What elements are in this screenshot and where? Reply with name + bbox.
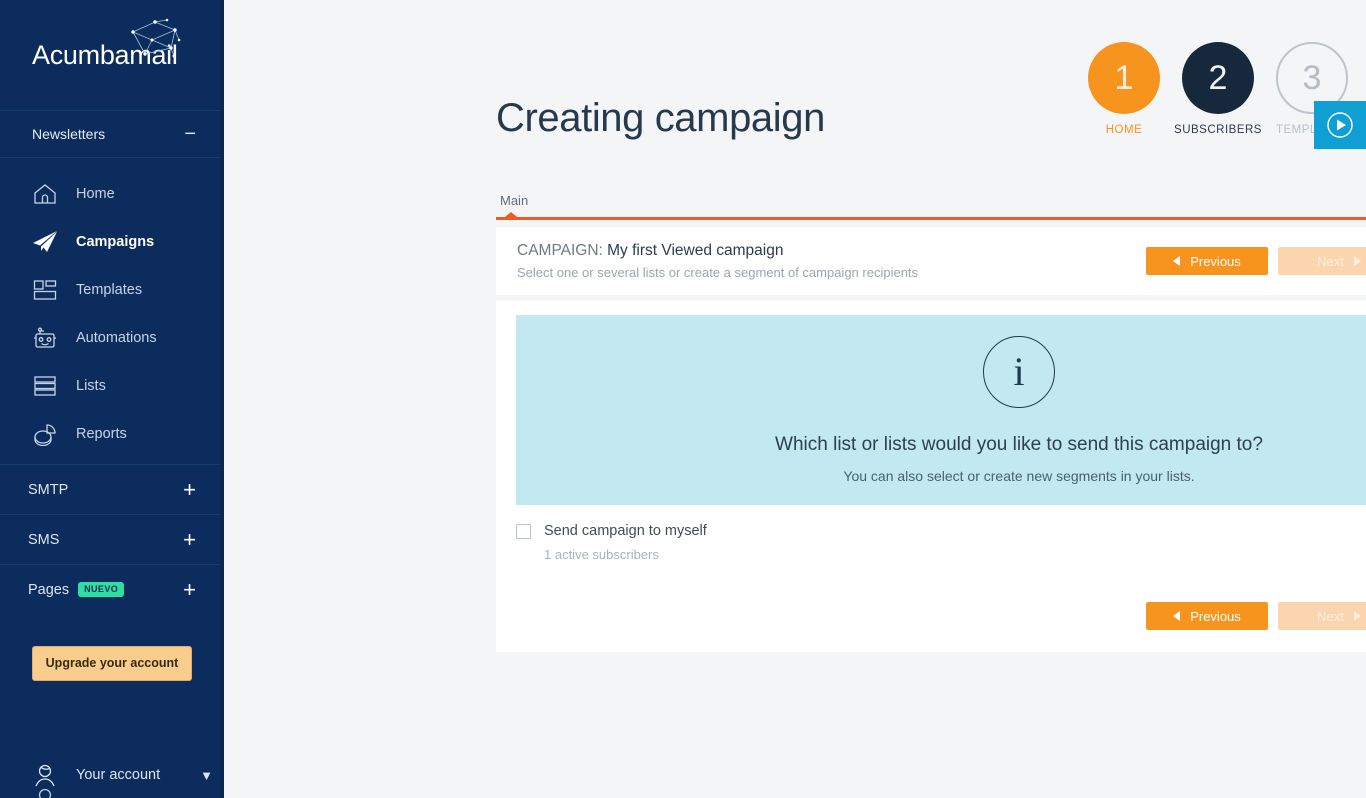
sidebar-group-label: Pages bbox=[28, 581, 70, 598]
campaign-title-prefix: CAMPAIGN: bbox=[517, 242, 608, 259]
sidebar-nav: Home Campaigns Templates Automations Lis… bbox=[0, 158, 224, 464]
page-title: Creating campaign bbox=[496, 96, 825, 140]
step-label: SUBSCRIBERS bbox=[1174, 124, 1262, 136]
triangle-left-icon bbox=[1173, 611, 1181, 621]
sidebar-item-automations[interactable]: Automations bbox=[0, 314, 224, 362]
user-avatar-icon bbox=[30, 762, 60, 788]
triangle-right-icon bbox=[1353, 611, 1361, 621]
step-2-subscribers[interactable]: 2 SUBSCRIBERS bbox=[1174, 42, 1261, 136]
info-i-icon: i bbox=[983, 336, 1055, 408]
send-to-myself-row[interactable]: Send campaign to myself bbox=[516, 523, 707, 539]
sidebar-group-label: SMTP bbox=[28, 481, 69, 498]
button-label: Previous bbox=[1190, 253, 1241, 269]
next-button-bottom[interactable]: Next bbox=[1278, 602, 1366, 630]
sidebar-item-label: Templates bbox=[76, 282, 143, 298]
brand-logo[interactable]: Acumbamail bbox=[0, 0, 224, 110]
sidebar-item-your-account[interactable]: Your account ▼ bbox=[0, 762, 224, 788]
robot-icon bbox=[30, 325, 60, 351]
header-button-row: Previous Next Exit bbox=[1146, 247, 1366, 275]
sidebar-item-templates[interactable]: Templates bbox=[0, 266, 224, 314]
triangle-right-icon bbox=[1353, 256, 1361, 266]
tab-bar: Main bbox=[496, 192, 1366, 220]
step-1-home[interactable]: 1 HOME bbox=[1088, 42, 1160, 136]
send-to-myself-label: Send campaign to myself bbox=[544, 523, 707, 539]
plus-icon[interactable]: + bbox=[183, 578, 196, 601]
info-question: Which list or lists would you like to se… bbox=[775, 434, 1263, 455]
paper-plane-icon bbox=[30, 229, 60, 255]
sidebar-item-label: Home bbox=[76, 186, 115, 202]
triangle-left-icon bbox=[1173, 256, 1181, 266]
sidebar-item-reports[interactable]: Reports bbox=[0, 410, 224, 458]
send-to-myself-checkbox[interactable] bbox=[516, 523, 531, 539]
sidebar-section-label: Newsletters bbox=[32, 126, 106, 142]
active-subscribers-count: 1 active subscribers bbox=[544, 547, 659, 562]
sidebar-item-label: Reports bbox=[76, 426, 127, 442]
sidebar-account-label: Your account bbox=[76, 767, 161, 783]
upgrade-wrapper: Upgrade your account bbox=[0, 614, 224, 681]
plus-icon[interactable]: + bbox=[183, 478, 196, 501]
tab-caret-icon bbox=[505, 212, 517, 217]
upgrade-account-button[interactable]: Upgrade your account bbox=[32, 646, 192, 681]
plus-icon[interactable]: + bbox=[183, 528, 196, 551]
step-number: 1 bbox=[1088, 42, 1160, 114]
previous-button-bottom[interactable]: Previous bbox=[1146, 602, 1268, 630]
sidebar-group-label: SMS bbox=[28, 531, 60, 548]
sidebar-item-label: Campaigns bbox=[76, 234, 155, 250]
previous-button-top[interactable]: Previous bbox=[1146, 247, 1268, 275]
list-option-row: Send campaign to myself 1 active subscri… bbox=[516, 523, 707, 562]
sidebar-item-campaigns[interactable]: Campaigns bbox=[0, 218, 224, 266]
play-circle-icon[interactable] bbox=[1314, 101, 1366, 149]
button-label: Next bbox=[1317, 253, 1344, 269]
step-number: 2 bbox=[1182, 42, 1254, 114]
sidebar-group-pages[interactable]: Pages NUEVO + bbox=[0, 564, 224, 614]
info-banner: i Which list or lists would you like to … bbox=[516, 315, 1366, 505]
sidebar-group-smtp[interactable]: SMTP + bbox=[0, 464, 224, 514]
sidebar-group-sms[interactable]: SMS + bbox=[0, 514, 224, 564]
minus-icon[interactable]: − bbox=[184, 124, 196, 144]
status-badge-nuevo: NUEVO bbox=[78, 582, 125, 597]
chevron-down-icon[interactable]: ▼ bbox=[200, 768, 213, 783]
sidebar-item-label: Automations bbox=[76, 330, 157, 346]
footer-button-row: Previous Next Exit bbox=[1146, 602, 1366, 630]
step-label: HOME bbox=[1105, 124, 1143, 136]
info-subtext: You can also select or create new segmen… bbox=[843, 468, 1195, 484]
sidebar-item-home[interactable]: Home bbox=[0, 170, 224, 218]
sidebar-item-lists[interactable]: Lists bbox=[0, 362, 224, 410]
sidebar-item-label: Lists bbox=[76, 378, 106, 394]
tab-underline bbox=[496, 212, 1366, 220]
campaign-header-card: CAMPAIGN: My first Viewed campaign Selec… bbox=[496, 227, 1366, 295]
stacked-rows-icon bbox=[30, 373, 60, 399]
campaign-title-name: My first Viewed campaign bbox=[607, 242, 784, 259]
layout-grid-icon bbox=[30, 277, 60, 303]
partial-icon-below-fold bbox=[38, 788, 52, 798]
button-label: Next bbox=[1317, 608, 1344, 624]
app-root: Acumbamail Newsletters − Home Campaigns … bbox=[0, 0, 1366, 798]
envelope-constellation-icon bbox=[131, 18, 181, 58]
main-content: Creating campaign 1 HOME 2 SUBSCRIBERS 3… bbox=[224, 0, 1366, 798]
campaign-body-card: i Which list or lists would you like to … bbox=[496, 301, 1366, 652]
button-label: Previous bbox=[1190, 608, 1241, 624]
sidebar-section-newsletters[interactable]: Newsletters − bbox=[0, 110, 224, 158]
home-icon bbox=[30, 181, 60, 207]
sidebar: Acumbamail Newsletters − Home Campaigns … bbox=[0, 0, 224, 798]
next-button-top[interactable]: Next bbox=[1278, 247, 1366, 275]
pie-chart-icon bbox=[30, 421, 60, 447]
